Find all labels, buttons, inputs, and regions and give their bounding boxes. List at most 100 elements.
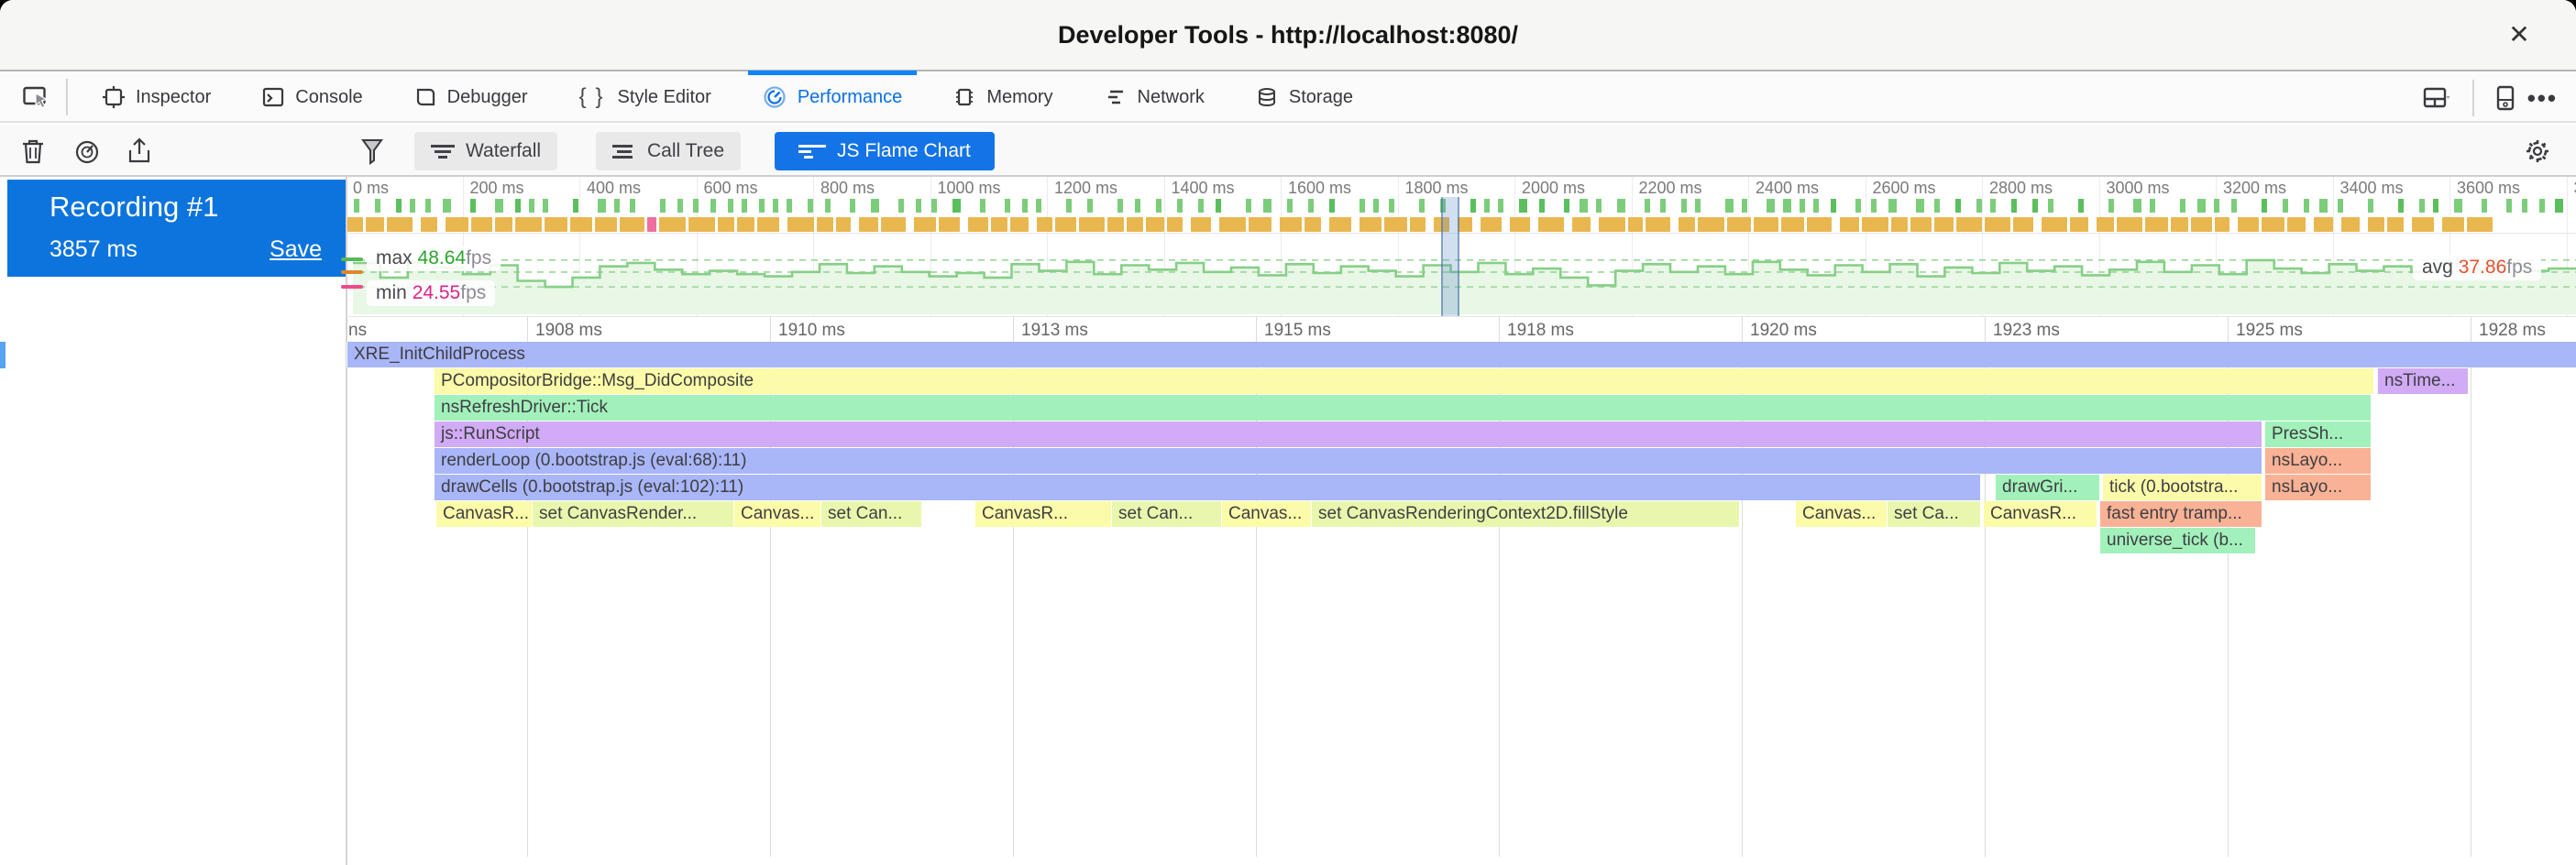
frame-tick xyxy=(952,199,961,213)
flame-segment[interactable]: nsLayo... xyxy=(2264,448,2371,474)
frame-tick xyxy=(980,199,985,213)
responsive-mode-button[interactable] xyxy=(2496,85,2515,111)
view-waterfall-button[interactable]: Waterfall xyxy=(414,132,557,170)
frame-tick xyxy=(543,199,548,213)
paint-marker xyxy=(859,217,878,232)
paint-marker xyxy=(2368,217,2384,232)
close-window-button[interactable]: ✕ xyxy=(2501,16,2537,53)
tab-debugger[interactable]: Debugger xyxy=(400,72,543,122)
frame-tick xyxy=(1725,199,1734,213)
flame-segment[interactable]: set Can... xyxy=(1111,501,1221,527)
flame-segment[interactable]: CanvasR... xyxy=(974,501,1111,527)
tab-network[interactable]: Network xyxy=(1090,72,1219,122)
overview-ruler-label: 400 ms xyxy=(587,179,641,198)
flame-segment[interactable]: PCompositorBridge::Msg_DidComposite xyxy=(434,368,2373,394)
frame-tick xyxy=(1855,199,1861,213)
import-recording-button[interactable] xyxy=(119,132,160,170)
frame-tick xyxy=(2522,199,2527,213)
frame-tick xyxy=(2368,199,2373,213)
overview-ruler-label: 3600 ms xyxy=(2457,179,2520,198)
overview-selection-range[interactable] xyxy=(1441,197,1459,316)
frame-tick xyxy=(1156,199,1161,213)
tab-console[interactable]: Console xyxy=(248,72,377,122)
node-picker-button[interactable] xyxy=(17,79,57,115)
flame-segment[interactable]: drawGri... xyxy=(1995,475,2099,500)
frame-tick xyxy=(2338,199,2343,213)
tab-inspector[interactable]: Inspector xyxy=(88,72,226,122)
paint-marker xyxy=(2412,217,2434,232)
paint-marker xyxy=(495,217,512,232)
paint-marker xyxy=(1985,217,2010,232)
flame-segment[interactable]: CanvasR... xyxy=(1983,501,2097,527)
filter-button[interactable] xyxy=(352,132,392,170)
dock-side-button[interactable] xyxy=(2423,86,2450,110)
view-call-tree-button[interactable]: Call Tree xyxy=(596,132,741,170)
flame-segment[interactable]: nsLayo... xyxy=(2264,475,2371,500)
save-recording-link[interactable]: Save xyxy=(270,236,322,263)
paint-marker xyxy=(1807,217,1832,232)
tab-label: Debugger xyxy=(447,87,528,108)
detail-ruler-label: 1923 ms xyxy=(1993,321,2060,341)
flame-segment[interactable]: CanvasR... xyxy=(435,501,532,527)
frame-tick xyxy=(443,199,451,213)
flame-segment[interactable]: set Can... xyxy=(820,501,921,527)
flame-segment[interactable]: PresSh... xyxy=(2264,422,2371,447)
overview-gridline xyxy=(813,177,814,316)
settings-button[interactable] xyxy=(2517,132,2558,170)
tab-memory[interactable]: Memory xyxy=(939,72,1067,122)
flame-segment[interactable]: tick (0.bootstra... xyxy=(2102,475,2262,500)
frame-tick xyxy=(742,199,747,213)
recordings-sidebar: Recording #1 3857 ms Save xyxy=(0,177,346,865)
detail-ruler-label: 1918 ms xyxy=(1507,321,1574,341)
frame-tick xyxy=(1519,199,1527,213)
flame-segment[interactable]: nsRefreshDriver::Tick xyxy=(434,395,2371,421)
frame-tick xyxy=(2214,199,2219,213)
recording-title: Recording #1 xyxy=(50,191,218,224)
tab-performance[interactable]: Performance xyxy=(748,72,918,122)
selected-row-indicator xyxy=(0,342,6,368)
fps-area-fill xyxy=(353,260,2576,314)
paint-marker xyxy=(1410,217,1426,232)
flame-segment[interactable]: set Ca... xyxy=(1887,501,1980,527)
recording-list-item[interactable]: Recording #1 3857 ms Save xyxy=(7,180,346,277)
tab-style-editor[interactable]: { } Style Editor xyxy=(565,72,726,122)
flame-segment[interactable]: set CanvasRender... xyxy=(532,501,733,527)
flame-segment[interactable]: Canvas... xyxy=(733,501,820,527)
tab-label: Memory xyxy=(986,87,1052,108)
trash-icon xyxy=(21,137,45,165)
frame-tick xyxy=(1783,199,1791,213)
frame-tick xyxy=(1800,199,1805,213)
flame-segment[interactable]: fast entry tramp... xyxy=(2099,501,2262,527)
view-js-flame-chart-button[interactable]: JS Flame Chart xyxy=(775,132,995,170)
frame-tick xyxy=(1645,199,1650,213)
flame-segment[interactable]: Canvas... xyxy=(1795,501,1887,527)
frame-tick xyxy=(2150,199,2155,213)
responsive-mode-icon xyxy=(2496,85,2515,111)
frame-tick xyxy=(660,199,666,213)
flame-segment[interactable]: drawCells (0.bootstrap.js (eval:102):11) xyxy=(434,475,1980,500)
overview-ruler-label: 1000 ms xyxy=(938,179,1001,198)
paint-marker xyxy=(1481,217,1502,232)
frame-tick xyxy=(1596,199,1602,213)
flame-segment[interactable]: renderLoop (0.bootstrap.js (eval:68):11) xyxy=(434,448,2262,474)
frame-tick xyxy=(1329,199,1335,213)
view-button-label: Waterfall xyxy=(466,140,541,162)
sidebar-splitter[interactable] xyxy=(346,177,347,865)
network-icon xyxy=(1105,86,1127,108)
flame-segment[interactable]: XRE_InitChildProcess xyxy=(347,342,2576,367)
tab-storage[interactable]: Storage xyxy=(1241,72,1368,122)
clear-recordings-button[interactable] xyxy=(13,132,53,170)
flame-segment[interactable]: set CanvasRenderingContext2D.fillStyle xyxy=(1311,501,1739,527)
frame-tick xyxy=(573,199,578,213)
flame-segment[interactable]: nsTime... xyxy=(2377,368,2468,394)
flame-segment[interactable]: js::RunScript xyxy=(434,422,2262,447)
flame-segment[interactable]: universe_tick (b... xyxy=(2099,528,2255,553)
frame-tick xyxy=(773,199,778,213)
frame-tick xyxy=(2433,199,2438,213)
frame-tick xyxy=(1005,199,1010,213)
flame-segment[interactable]: Canvas... xyxy=(1221,501,1311,527)
record-button[interactable] xyxy=(67,132,107,170)
tabbar-right-controls: ••• xyxy=(2423,73,2558,123)
meatball-menu-button[interactable]: ••• xyxy=(2527,84,2558,113)
frame-tick xyxy=(1871,199,1877,213)
